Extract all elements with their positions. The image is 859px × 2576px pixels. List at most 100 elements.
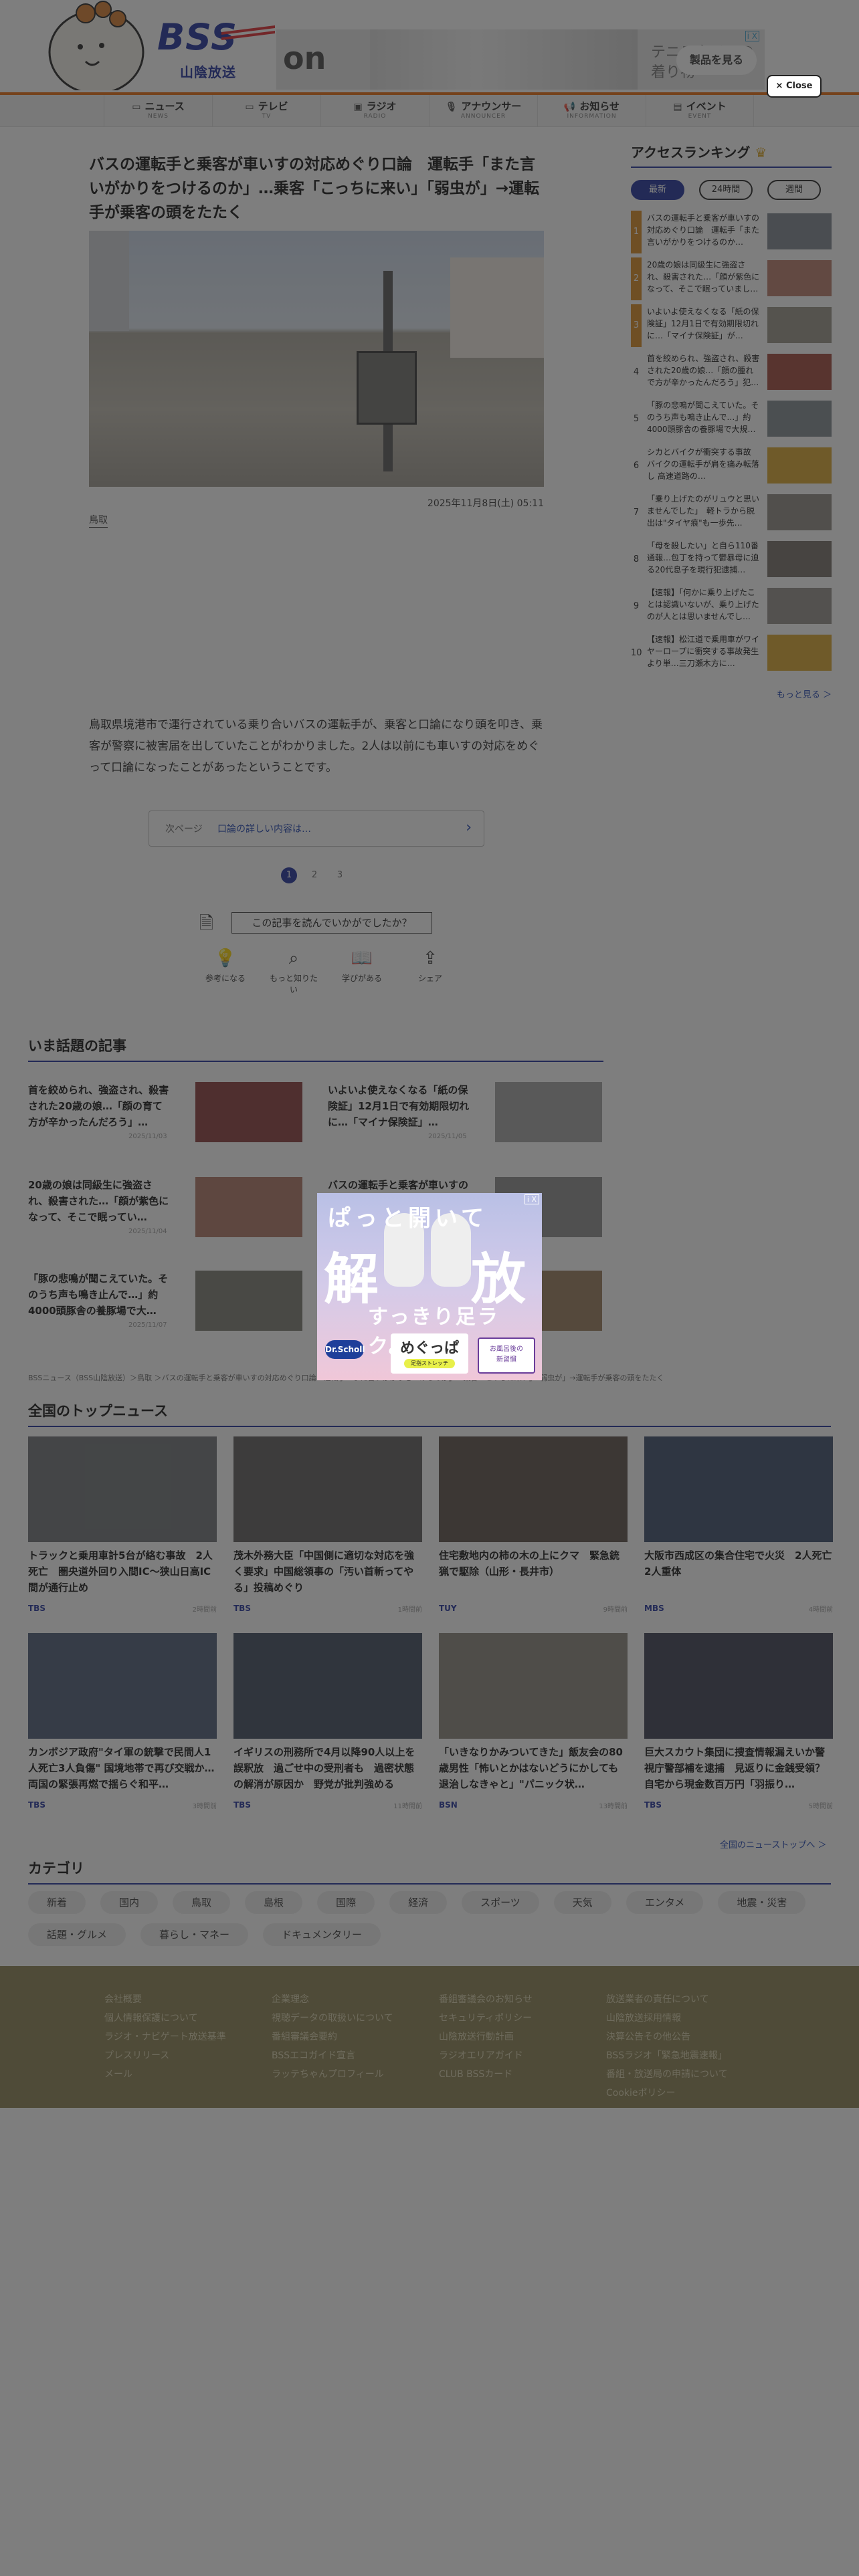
national-news-card[interactable]: 「いきなりかみついてきた」飯友会の80歳男性「怖いとかはないどうにかしても退治し…	[439, 1633, 628, 1810]
document-icon: 🗎	[199, 914, 213, 934]
reaction-helpful[interactable]: 💡 参考になる	[198, 948, 253, 995]
ad-choices-icon[interactable]: i X	[524, 1194, 539, 1204]
ranking-item[interactable]: 5 「豚の悲鳴が聞こえていた。そのうち声も鳴き止んで…」約4000頭豚舎の養豚場で…	[631, 398, 832, 445]
ranking-number: 6	[633, 461, 640, 471]
topic-text: 首を絞められ、強盗され、殺害された20歳の娘…「顔の育て方が辛かったんだろう」…	[28, 1084, 169, 1128]
footer-link[interactable]: セキュリティポリシー	[439, 2009, 533, 2028]
footer-link[interactable]: プレスリリース	[104, 2046, 226, 2065]
category-chip[interactable]: エンタメ	[626, 1891, 704, 1914]
topic-item[interactable]: 「豚の悲鳴が聞こえていた。そのうち声も鳴き止んで…」約4000頭豚舎の養豚場で大…	[28, 1271, 316, 1334]
ranking-item[interactable]: 6 シカとバイクが衝突する事故 バイクの運転手が肩を痛み転落し 高速道路の…	[631, 445, 832, 492]
topic-date: 2025/11/07	[128, 1321, 167, 1329]
page-2[interactable]: 2	[306, 867, 322, 883]
ad-choices-icon[interactable]: i X	[745, 31, 759, 41]
footer-link[interactable]: 個人情報保護について	[104, 2009, 226, 2028]
footer-link[interactable]: 会社概要	[104, 1990, 226, 2009]
ranking-text: シカとバイクが衝突する事故 バイクの運転手が肩を痛み転落し 高速道路の…	[647, 447, 759, 481]
ranking-more-link[interactable]: もっと見る ＞	[777, 687, 832, 700]
footer-link[interactable]: ラジオエリアガイド	[439, 2046, 533, 2065]
nav-item-information[interactable]: 📢 お知らせ INFORMATION	[537, 95, 646, 127]
reaction-want-more[interactable]: ⌕ もっと知りたい	[266, 948, 321, 995]
footer-link[interactable]: BSSエコガイド宣言	[272, 2046, 393, 2065]
category-chip[interactable]: 暮らし・マネー	[140, 1923, 249, 1946]
popup-ad[interactable]: ぱっと開いて 解 放 すっきり足ラク。 Dr.Scholl めぐっぱ 足指ストレ…	[317, 1193, 542, 1380]
footer-link[interactable]: Cookieポリシー	[606, 2084, 728, 2103]
ranking-item[interactable]: 4 首を絞められ、強盗され、殺害された20歳の娘…「顔の腫れで方が辛かったんだろう…	[631, 351, 832, 398]
ranking-item[interactable]: 2 20歳の娘は同級生に強盗され、殺害された…「顔が紫色になって、そこで眠っていま…	[631, 257, 832, 304]
national-news-card[interactable]: トラックと乗用車計5台が絡む事故 2人死亡 圏央道外回り入間IC〜狭山日高IC間…	[28, 1436, 217, 1614]
nav-item-tv[interactable]: ▭ テレビ TV	[212, 95, 320, 127]
ranking-item[interactable]: 9 【速報】「何かに乗り上げたことは認識いないが、乗り上げたのが人とは思いませんで…	[631, 585, 832, 632]
ad-brand: on	[283, 40, 326, 76]
footer-link[interactable]: 番組・放送局の申請について	[606, 2065, 728, 2084]
category-chip[interactable]: 地震・災害	[718, 1891, 806, 1914]
footer-link[interactable]: 山陰放送行動計画	[439, 2028, 533, 2046]
national-news-card[interactable]: 茂木外務大臣「中国側に適切な対応を強く要求」中国総領事の「汚い首斬ってやる」投稿…	[233, 1436, 422, 1614]
footer-link[interactable]: 企業理念	[272, 1990, 393, 2009]
tab-latest[interactable]: 最新	[631, 180, 684, 200]
article-tag[interactable]: 鳥取	[89, 514, 108, 528]
mascot-logo[interactable]	[39, 0, 146, 90]
page-1[interactable]: 1	[281, 867, 297, 883]
ranking-item[interactable]: 3 いよいよ使えなくなる「紙の保険証」12月1日で有効期限切れに…「マイナ保険証」…	[631, 304, 832, 351]
category-chip[interactable]: スポーツ	[462, 1891, 539, 1914]
news-source: TBS	[644, 1800, 662, 1810]
footer-link[interactable]: ラジオ・ナビゲート放送基準	[104, 2028, 226, 2046]
share-button[interactable]: ⇪ シェア	[403, 948, 458, 995]
nav-item-news[interactable]: ▭ ニュース NEWS	[104, 95, 212, 127]
topic-item[interactable]: 首を絞められ、強盗され、殺害された20歳の娘…「顔の育て方が辛かったんだろう」……	[28, 1082, 316, 1146]
footer-link[interactable]: 番組審議会要約	[272, 2028, 393, 2046]
ranking-item[interactable]: 8 「母を殺したい」と自ら110番通報…包丁を持って鬱暴母に迫る20代息子を現行犯…	[631, 538, 832, 585]
news-thumbnail	[439, 1633, 628, 1739]
category-chip[interactable]: 天気	[553, 1891, 611, 1914]
top-banner-ad[interactable]: on テニスタイルの 着り物 製品を見る i X	[276, 29, 765, 90]
category-chip[interactable]: 島根	[245, 1891, 303, 1914]
national-news-card[interactable]: 巨大スカウト集団に捜査情報漏えいか警視庁警部補を逮捕 見返りに金銭受領？自宅から…	[644, 1633, 833, 1810]
nav-item-announcer[interactable]: 🎙 アナウンサー ANNOUNCER	[429, 95, 537, 127]
footer-link[interactable]: BSSラジオ「緊急地震速報」	[606, 2046, 728, 2065]
ad-cta-button[interactable]: 製品を見る	[676, 45, 757, 75]
news-time: 13時間前	[599, 1803, 628, 1810]
category-chip[interactable]: 新着	[28, 1891, 86, 1914]
page-3[interactable]: 3	[332, 867, 348, 883]
nav-item-event[interactable]: ▤ イベント EVENT	[646, 95, 754, 127]
category-chip[interactable]: ドキュメンタリー	[263, 1923, 381, 1946]
ranking-item[interactable]: 7 「乗り上げたのがリュウと思いませんでした」 軽トラから脱出は"タイヤ痕"も一歩…	[631, 492, 832, 538]
footer-link[interactable]: 決算公告その他公告	[606, 2028, 728, 2046]
footer-link[interactable]: 山陰放送採用情報	[606, 2009, 728, 2028]
reaction-learned[interactable]: 📖 学びがある	[335, 948, 389, 995]
national-news-card[interactable]: 住宅敷地内の柿の木の上にクマ 緊急銃猟で駆除（山形・長井市） TUY 9時間前	[439, 1436, 628, 1614]
reaction-label: もっと知りたい	[269, 974, 318, 994]
nav-item-radio[interactable]: ▣ ラジオ RADIO	[320, 95, 429, 127]
ranking-item[interactable]: 1 バスの運転手と乗客が車いすの対応めぐり口論 運転手「また言いがかりをつけるのか…	[631, 211, 832, 257]
footer-link[interactable]: ラッテちゃんプロフィール	[272, 2065, 393, 2084]
national-more-link[interactable]: 全国のニューストップへ ＞	[720, 1838, 826, 1850]
national-news-card[interactable]: イギリスの刑務所で4月以降90人以上を誤釈放 過ごせ中の受刑者も 過密状態の解消…	[233, 1633, 422, 1810]
footer-link[interactable]: 放送業者の責任について	[606, 1990, 728, 2009]
tab-24h[interactable]: 24時間	[699, 180, 753, 200]
footer-link[interactable]: CLUB BSSカード	[439, 2065, 533, 2084]
article-date: 2025年11月8日(土) 05:11	[427, 498, 544, 509]
footer-link[interactable]: 番組審議会のお知らせ	[439, 1990, 533, 2009]
category-chip[interactable]: 国内	[100, 1891, 159, 1914]
close-ad-button[interactable]: × Close	[767, 75, 822, 98]
topic-item[interactable]: 20歳の娘は同級生に強盗され、殺害された…「顔が紫色になって、そこで眠ってい… 2…	[28, 1177, 316, 1241]
category-chip[interactable]: 話題・グルメ	[28, 1923, 126, 1946]
national-news-card[interactable]: 大阪市西成区の集合住宅で火災 2人死亡 2人重体 MBS 4時間前	[644, 1436, 833, 1614]
popup-headline: ぱっと開いて	[328, 1205, 488, 1232]
next-page-link[interactable]: 次ページ 口論の詳しい内容は… ›	[149, 811, 484, 847]
footer-link[interactable]: メール	[104, 2065, 226, 2084]
topic-item[interactable]: いよいよ使えなくなる「紙の保険証」12月1日で有効期限切れに…「マイナ保険証」……	[328, 1082, 615, 1146]
category-chip[interactable]: 経済	[389, 1891, 448, 1914]
tab-weekly[interactable]: 週間	[767, 180, 821, 200]
footer-link[interactable]: 視聴データの取扱いについて	[272, 2009, 393, 2028]
national-news-card[interactable]: カンボジア政府"タイ軍の銃撃で民間人1人死亡3人負傷" 国境地帯で再び交戦か…両…	[28, 1633, 217, 1810]
category-chip[interactable]: 国際	[317, 1891, 375, 1914]
popup-product-name: めぐっぱ	[399, 1340, 459, 1357]
bss-logo[interactable]: BSS 山陰放送	[157, 16, 275, 80]
news-source: TBS	[28, 1800, 45, 1810]
news-thumbnail	[28, 1633, 217, 1739]
ranking-item[interactable]: 10 【速報】松江道で乗用車がワイヤーロープに衝突する事故発生より単…三刀瀬木方に…	[631, 632, 832, 679]
topic-thumbnail	[495, 1082, 602, 1142]
category-chip[interactable]: 鳥取	[173, 1891, 231, 1914]
